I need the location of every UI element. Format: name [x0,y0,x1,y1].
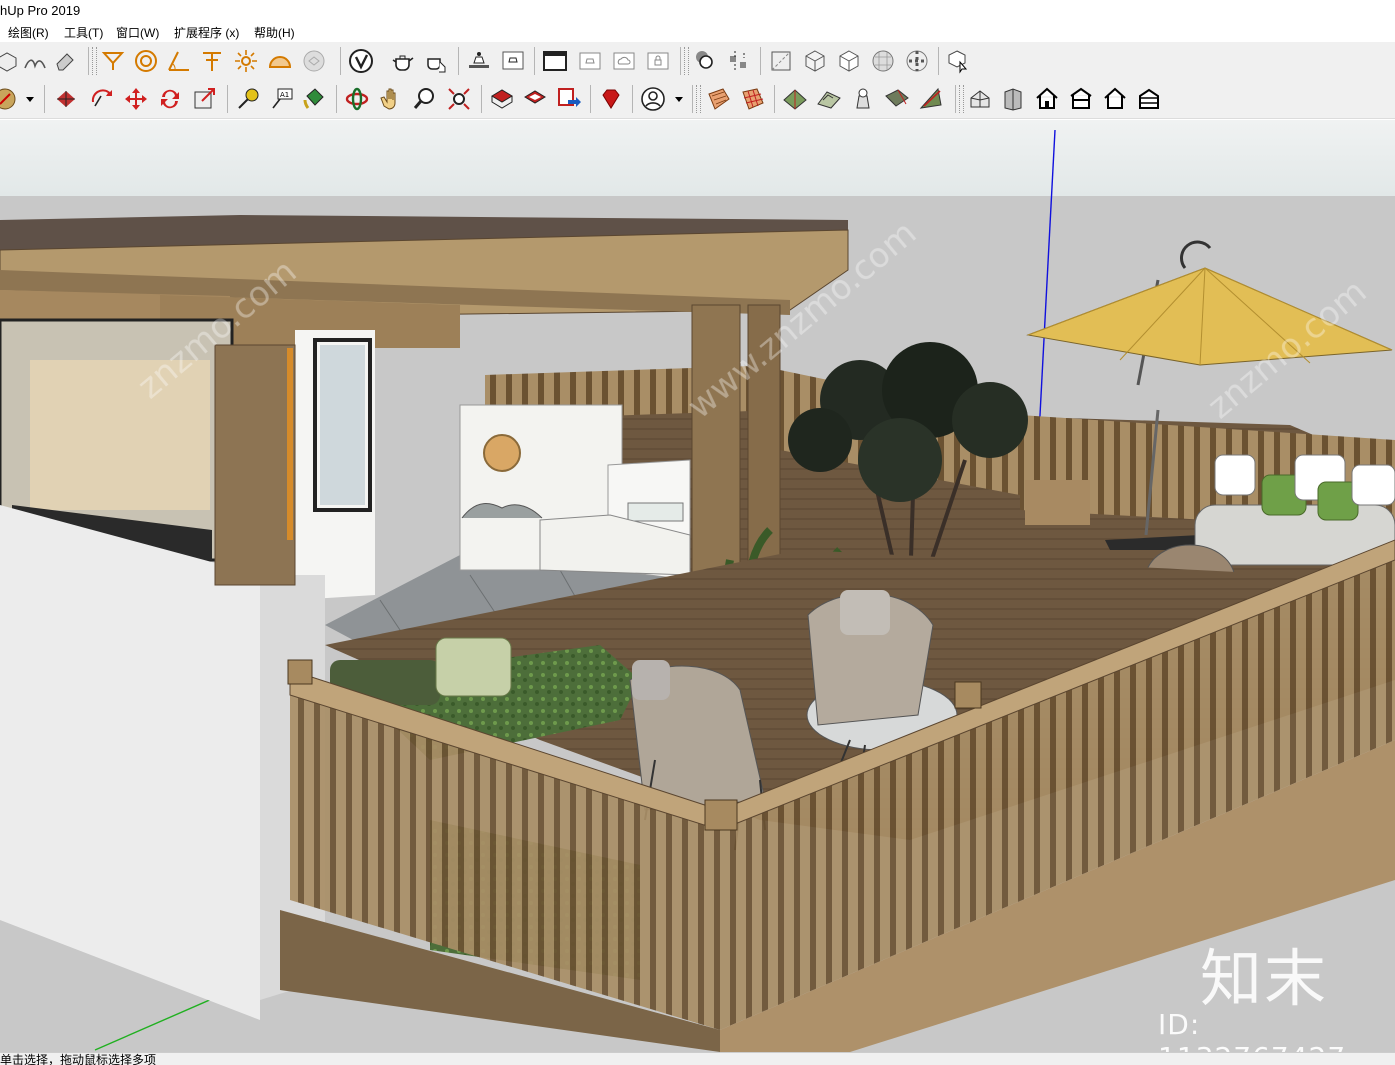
house-left-icon[interactable] [1136,86,1162,112]
frame-buffer-icon[interactable] [542,48,568,74]
title-bar: hUp Pro 2019 [0,0,1395,22]
round-window [483,434,521,472]
sun-icon[interactable] [233,48,259,74]
house-back-icon[interactable] [1102,86,1128,112]
house-right-icon[interactable] [1068,86,1094,112]
pan-hand-icon[interactable] [378,86,404,112]
section-plane-icon[interactable] [706,86,732,112]
status-hint: 单击选择，拖动鼠标选择多项 [0,1053,157,1065]
text-label-icon[interactable]: A1 [269,86,295,112]
house-iso-icon[interactable] [967,86,993,112]
xray-icon[interactable] [768,48,794,74]
status-bar: 单击选择，拖动鼠标选择多项 [0,1052,1395,1065]
zoom-extents-icon[interactable] [446,86,472,112]
shaded-ball-icon[interactable] [870,48,896,74]
model-viewport[interactable]: znzmo.com www.znzmo.com znzmo.com 知末 ID:… [0,120,1395,1052]
move-arrows-icon[interactable] [123,86,149,112]
terrain-5-icon[interactable] [918,86,944,112]
house-side-icon[interactable] [1000,86,1026,112]
refresh-icon[interactable] [157,86,183,112]
outliner-icon[interactable] [692,48,718,74]
terrain-2-icon[interactable] [816,86,842,112]
frame-cloud-icon[interactable] [611,48,637,74]
ruby-icon[interactable] [598,86,624,112]
post-left [214,344,296,586]
toolbar-top [0,42,1395,81]
rail-post-cap-left [287,659,313,685]
terrain-4-icon[interactable] [884,86,910,112]
axes-icon[interactable] [199,48,225,74]
sandbox-icon[interactable] [22,48,48,74]
warehouse-icon[interactable] [489,86,515,112]
menu-window[interactable]: 窗口(W) [116,24,159,41]
watermark-brand: 知末 [1200,942,1329,1015]
hemisphere-icon[interactable] [267,48,293,74]
eraser-icon[interactable] [52,48,78,74]
protractor-icon[interactable] [166,48,192,74]
tape-measure-icon[interactable] [235,86,261,112]
watermark-id: ID: 1132767427 [1158,1008,1345,1052]
pale-cushion [435,637,512,697]
rail-post-cap-mid [954,681,982,709]
walk-icon[interactable] [100,48,126,74]
send-layout-icon[interactable] [556,86,582,112]
rotate-icon[interactable] [89,86,115,112]
box-hidden-icon[interactable] [836,48,862,74]
render-frame-icon[interactable] [500,48,526,74]
orbit-2-icon[interactable] [133,48,159,74]
svg-text:A1: A1 [280,91,289,99]
rail-post-cap [704,799,738,831]
pushpull-icon[interactable] [0,48,20,74]
house-front-icon[interactable] [1034,86,1060,112]
sky [0,120,1395,196]
paint-bucket-icon[interactable] [301,86,327,112]
water-spout [627,502,684,522]
terrain-1-icon[interactable] [782,86,808,112]
section-grid-icon[interactable] [740,86,766,112]
extension-warehouse-icon[interactable] [522,86,548,112]
render-region-icon[interactable] [466,48,492,74]
paint-icon[interactable] [0,86,18,112]
menu-help[interactable]: 帮助(H) [254,24,295,41]
user-icon[interactable] [640,86,666,112]
orbit-icon[interactable] [344,86,370,112]
move-icon[interactable] [53,86,79,112]
menu-tools[interactable]: 工具(T) [64,24,103,41]
dropdown-icon[interactable] [22,86,38,112]
teapot-hand-icon[interactable] [424,48,450,74]
layer-dots-icon[interactable] [726,48,752,74]
terrain-3-icon[interactable] [850,86,876,112]
textured-ball-icon[interactable] [904,48,930,74]
box-wire-icon[interactable] [802,48,828,74]
toolbar-bottom: A1 [0,80,1395,119]
vray-icon[interactable] [348,48,374,74]
planter-box [1025,480,1090,525]
scene-render: znzmo.com www.znzmo.com znzmo.com [0,120,1395,1052]
frame-lock-icon[interactable] [645,48,671,74]
scale-icon[interactable] [192,86,218,112]
dropdown-user-icon[interactable] [672,86,686,112]
component-cursor-icon[interactable] [946,48,972,74]
sphere-gray-icon[interactable] [301,48,327,74]
zoom-icon[interactable] [412,86,438,112]
menu-bar: 绘图(R) 工具(T) 窗口(W) 扩展程序 (x) 帮助(H) [0,22,1395,42]
frame-save-icon[interactable] [577,48,603,74]
menu-extensions[interactable]: 扩展程序 (x) [174,24,239,41]
menu-draw[interactable]: 绘图(R) [8,24,49,41]
teapot-icon[interactable] [390,48,416,74]
window-title: hUp Pro 2019 [0,3,81,18]
window-glass [320,345,365,505]
